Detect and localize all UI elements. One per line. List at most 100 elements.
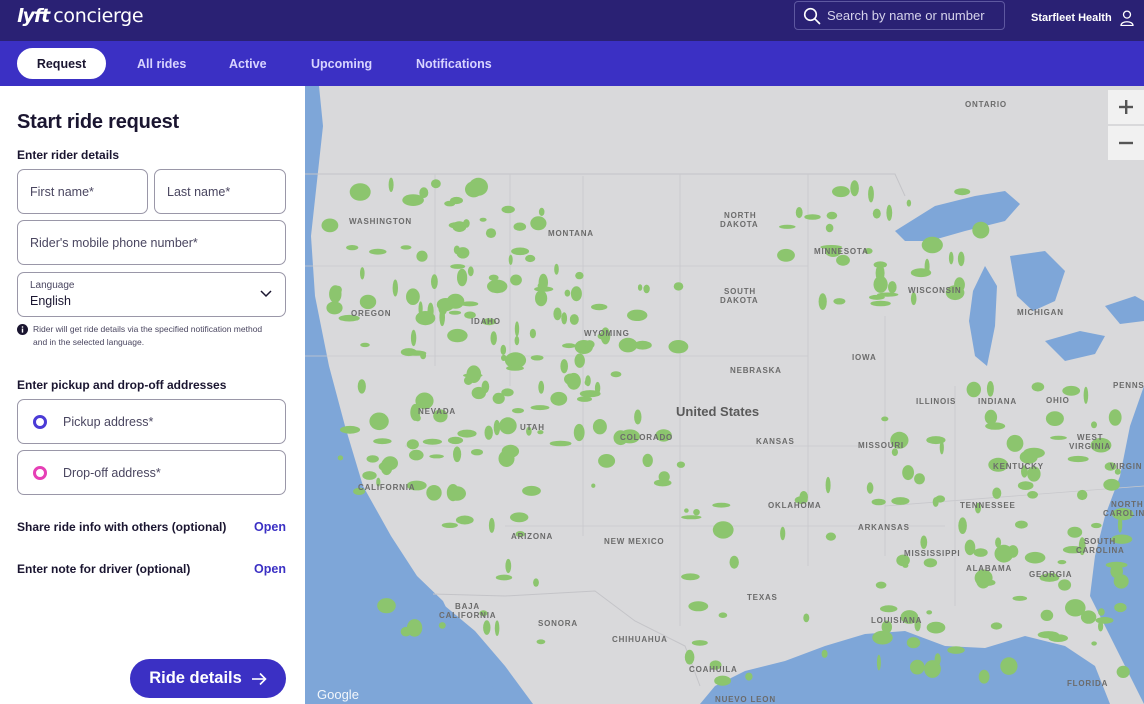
park-patch (906, 199, 912, 207)
dropoff-field[interactable] (17, 450, 286, 495)
park-patch (795, 207, 803, 219)
map-label: KANSAS (756, 437, 795, 446)
map-label: OHIO (1046, 396, 1070, 405)
park-patch (990, 622, 1003, 630)
park-patch (821, 649, 828, 658)
map-label: WEST (1077, 433, 1104, 442)
park-patch (465, 181, 483, 198)
pickup-field[interactable] (17, 399, 286, 444)
last-name-input[interactable] (167, 184, 285, 199)
park-patch (369, 248, 387, 255)
map-label: WYOMING (584, 329, 630, 338)
park-patch (534, 286, 554, 292)
share-ride-label: Share ride info with others (optional) (17, 520, 227, 534)
park-patch (505, 558, 512, 574)
map-view[interactable]: United States ONTARIO WASHINGTON MONTANA… (305, 86, 1144, 704)
map-label: ILLINOIS (916, 397, 957, 406)
google-attribution: Google (317, 687, 359, 702)
dropoff-input[interactable] (63, 465, 285, 480)
driver-note-row: Enter note for driver (optional) Open (17, 562, 286, 576)
park-patch (966, 381, 981, 398)
park-patch (1067, 455, 1089, 463)
park-patch (484, 425, 493, 440)
park-patch (538, 380, 545, 394)
park-patch (1006, 434, 1024, 452)
search-box[interactable] (794, 1, 1005, 30)
park-patch (643, 284, 650, 294)
zoom-out-button[interactable] (1108, 126, 1144, 160)
share-ride-open-link[interactable]: Open (254, 520, 286, 534)
park-patch (326, 301, 343, 315)
ride-details-button[interactable]: Ride details (130, 659, 286, 698)
lyft-concierge-logo[interactable]: lyft concierge (17, 5, 144, 27)
map-label: BAJA (455, 602, 480, 611)
park-patch (1017, 481, 1034, 490)
park-patch (1091, 641, 1097, 646)
park-patch (1040, 609, 1054, 622)
info-icon (17, 324, 28, 335)
first-name-input[interactable] (30, 184, 147, 199)
park-patch (530, 216, 547, 231)
park-patch (729, 555, 739, 569)
plus-icon (1119, 100, 1133, 114)
map-label: ONTARIO (965, 100, 1007, 109)
park-patch (1007, 545, 1019, 558)
park-patch (869, 294, 885, 300)
park-patch (359, 294, 377, 310)
language-select[interactable]: Language English (17, 272, 286, 317)
park-patch (560, 359, 568, 374)
park-patch (676, 461, 685, 468)
org-name: Starfleet Health (1031, 12, 1112, 24)
ride-details-label: Ride details (149, 669, 242, 687)
tab-active[interactable]: Active (229, 41, 267, 86)
park-patch (466, 365, 482, 384)
park-patch (804, 214, 821, 220)
park-patch (550, 391, 568, 406)
account-menu[interactable]: Starfleet Health (1031, 10, 1134, 26)
park-patch (506, 365, 524, 371)
park-patch (329, 285, 342, 303)
language-info: Rider will get ride details via the spec… (17, 323, 277, 349)
park-patch (535, 290, 548, 307)
park-patch (872, 208, 881, 219)
map-canvas (305, 86, 1144, 704)
phone-field[interactable] (17, 220, 286, 265)
park-patch (377, 598, 396, 614)
park-patch (501, 388, 514, 397)
park-patch (450, 264, 466, 269)
park-patch (637, 284, 643, 291)
first-name-field[interactable] (17, 169, 148, 214)
tab-upcoming[interactable]: Upcoming (311, 41, 372, 86)
tab-notifications[interactable]: Notifications (416, 41, 492, 86)
park-patch (947, 646, 965, 654)
park-patch (832, 186, 850, 198)
park-patch (1091, 522, 1102, 529)
zoom-in-button[interactable] (1108, 90, 1144, 124)
park-patch (574, 353, 585, 368)
park-patch (483, 620, 491, 635)
phone-input[interactable] (30, 235, 285, 250)
park-patch (530, 405, 550, 411)
park-patch (561, 312, 568, 325)
park-patch (868, 185, 874, 203)
park-patch (562, 343, 576, 349)
park-patch (566, 372, 581, 390)
park-patch (510, 274, 522, 286)
park-patch (610, 371, 622, 378)
logo-text: concierge (53, 5, 144, 27)
park-patch (1050, 435, 1067, 440)
search-input[interactable] (827, 8, 997, 23)
park-patch (360, 342, 370, 348)
map-label: OREGON (351, 309, 392, 318)
pickup-input[interactable] (63, 414, 285, 429)
park-patch (591, 303, 608, 311)
park-patch (1103, 478, 1120, 491)
driver-note-open-link[interactable]: Open (254, 562, 286, 576)
park-patch (488, 517, 495, 533)
last-name-field[interactable] (154, 169, 286, 214)
tab-request[interactable]: Request (17, 48, 106, 79)
map-label: ARKANSAS (858, 523, 910, 532)
tab-all-rides[interactable]: All rides (137, 41, 186, 86)
park-patch (910, 659, 925, 675)
dropoff-dot-icon (33, 465, 47, 480)
